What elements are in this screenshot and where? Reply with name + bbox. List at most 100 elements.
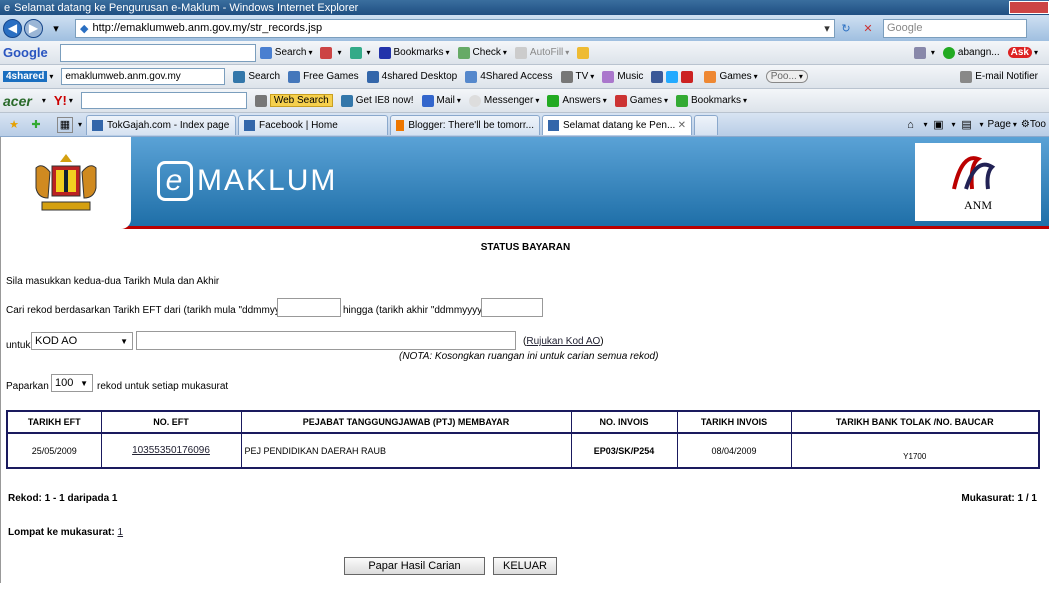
user-button[interactable]: abangn... bbox=[942, 46, 1000, 59]
shared-search-input[interactable]: emaklumweb.anm.gov.my bbox=[61, 68, 226, 85]
forward-icon[interactable]: ▶ bbox=[24, 18, 43, 38]
anm-arc-icon bbox=[952, 156, 996, 190]
col-no-invois: NO. INVOIS bbox=[570, 410, 678, 434]
music-button[interactable]: Music bbox=[602, 70, 643, 83]
jump-page-link[interactable]: 1 bbox=[117, 527, 123, 538]
refresh-icon[interactable]: ↻ bbox=[838, 20, 854, 36]
chevron-down-icon: ▼ bbox=[80, 378, 88, 388]
tab-list-icon[interactable]: ▾ bbox=[78, 120, 82, 129]
music-icon bbox=[602, 70, 615, 83]
home-icon[interactable]: ⌂ bbox=[902, 117, 918, 133]
page-menu-button[interactable]: Page ▾ bbox=[988, 119, 1017, 130]
shared-search-button[interactable]: Search bbox=[233, 70, 280, 83]
wrench-icon[interactable]: ▾ bbox=[913, 46, 935, 59]
emaklum-logo: e MAKLUM bbox=[157, 161, 337, 201]
tab-facebook[interactable]: Facebook | Home bbox=[238, 114, 389, 135]
close-window-button[interactable] bbox=[1009, 1, 1049, 14]
tab-emaklum[interactable]: Selamat datang ke Pen... ✕ bbox=[542, 114, 693, 135]
mail-icon bbox=[421, 94, 434, 107]
messenger-icon bbox=[468, 94, 481, 107]
results-table: TARIKH EFT NO. EFT PEJABAT TANGGUNGJAWAB… bbox=[6, 410, 1040, 469]
search-icon bbox=[259, 46, 272, 59]
cell-no-invois: EP03/SK/P254 bbox=[570, 432, 678, 469]
feeds-icon[interactable]: ▣ bbox=[931, 117, 947, 133]
ie-icon: e bbox=[4, 1, 11, 14]
address-input[interactable]: ◆ http://emaklumweb.anm.gov.my/str_recor… bbox=[75, 18, 835, 38]
stop-icon[interactable]: ✕ bbox=[860, 20, 876, 36]
browser-search-input[interactable]: Google bbox=[883, 18, 1027, 38]
recent-pages-icon[interactable]: ▾ bbox=[48, 20, 64, 36]
address-bar: ◀ ▶ ▾ ◆ http://emaklumweb.anm.gov.my/str… bbox=[0, 15, 1049, 41]
print-icon[interactable]: ▤ bbox=[959, 117, 975, 133]
pagerank-icon[interactable]: ▾ bbox=[320, 46, 342, 59]
cell-tarikh-invois: 08/04/2009 bbox=[676, 432, 792, 469]
highlight-icon[interactable] bbox=[577, 46, 592, 59]
cell-tarikh-bank: Y1700 bbox=[790, 432, 1040, 469]
col-no-eft: NO. EFT bbox=[100, 410, 242, 434]
web-search-button[interactable]: Web Search bbox=[254, 94, 333, 107]
ie8-button[interactable]: Get IE8 now! bbox=[340, 94, 414, 107]
acer-toolbar: acer ▾ Y! ▾ Web Search Get IE8 now! Mail ▾… bbox=[0, 89, 1049, 113]
check-button[interactable]: Check ▾ bbox=[457, 46, 507, 59]
yahoo-search-input[interactable] bbox=[80, 92, 247, 109]
add-favorites-icon[interactable]: ✚ bbox=[28, 117, 44, 133]
games-icon bbox=[288, 70, 301, 83]
cell-tarikh-eft: 25/05/2009 bbox=[6, 432, 102, 469]
new-tab-button[interactable] bbox=[694, 114, 719, 135]
note-text: (NOTA: Kosongkan ruangan ini untuk caria… bbox=[399, 351, 659, 362]
back-icon[interactable]: ◀ bbox=[3, 18, 22, 38]
page-title: STATUS BAYARAN bbox=[480, 242, 571, 253]
col-tarikh-invois: TARIKH INVOIS bbox=[676, 410, 792, 434]
kod-ao-reference-link[interactable]: Rujukan Kod AO bbox=[526, 336, 600, 347]
display-label: Paparkan : bbox=[6, 381, 55, 392]
acer-bookmarks-button[interactable]: Bookmarks ▾ bbox=[675, 94, 747, 107]
answers-button[interactable]: Answers ▾ bbox=[547, 94, 607, 107]
start-date-input[interactable] bbox=[277, 298, 341, 317]
close-tab-icon[interactable]: ✕ bbox=[678, 120, 686, 131]
acer-menu-icon[interactable]: ▾ bbox=[42, 96, 46, 105]
page-icon: ◆ bbox=[80, 22, 89, 35]
tab-blogger[interactable]: Blogger: There'll be tomorr... bbox=[390, 114, 541, 135]
answers-icon bbox=[547, 94, 560, 107]
ask-logo[interactable]: Ask ▾ bbox=[1007, 47, 1038, 58]
google-search-button[interactable]: Search ▾ bbox=[259, 46, 312, 59]
share-icon[interactable]: ▾ bbox=[349, 46, 371, 59]
quick-tabs-icon[interactable]: ▦ bbox=[57, 116, 73, 133]
display-suffix: rekod untuk setiap mukasurat bbox=[97, 381, 229, 392]
table-header-row: TARIKH EFT NO. EFT PEJABAT TANGGUNGJAWAB… bbox=[6, 410, 1040, 434]
exit-button[interactable]: KELUAR bbox=[493, 557, 557, 575]
kod-ao-input[interactable] bbox=[136, 331, 516, 350]
eft-number-link[interactable]: 10355350176096 bbox=[132, 445, 210, 456]
google-search-input[interactable] bbox=[59, 43, 256, 62]
col-ptj: PEJABAT TANGGUNGJAWAB (PTJ) MEMBAYAR bbox=[240, 410, 572, 434]
shared-desktop-button[interactable]: 4shared Desktop bbox=[366, 70, 457, 83]
tab-tokgajah[interactable]: TokGajah.com - Index page bbox=[86, 114, 237, 135]
google-toolbar: Google Search ▾ ▾ ▾ Bookmarks ▾ Check ▾ Aut… bbox=[0, 41, 1049, 65]
free-games-button[interactable]: Free Games bbox=[288, 70, 359, 83]
acer-games-button[interactable]: Games ▾ bbox=[614, 94, 668, 107]
messenger-button[interactable]: Messenger ▾ bbox=[468, 94, 539, 107]
mail-button[interactable]: Mail ▾ bbox=[421, 94, 461, 107]
end-date-input[interactable] bbox=[481, 298, 543, 317]
tools-menu-button[interactable]: ⚙Too bbox=[1021, 119, 1046, 130]
shared-toolbar: 4shared ▾ emaklumweb.anm.gov.my Search Fr… bbox=[0, 65, 1049, 89]
address-dropdown-icon[interactable]: ▾ bbox=[820, 22, 834, 35]
google-logo: Google bbox=[3, 45, 48, 60]
records-per-page-select[interactable]: 100 ▼ bbox=[51, 374, 93, 392]
shared-access-button[interactable]: 4Shared Access bbox=[465, 70, 553, 83]
yahoo-logo[interactable]: Y! ▾ bbox=[54, 93, 73, 108]
email-notifier-button[interactable]: E-mail Notifier bbox=[960, 70, 1038, 83]
social-icons[interactable] bbox=[651, 70, 696, 83]
tv-button[interactable]: TV ▾ bbox=[560, 70, 594, 83]
crest-icon bbox=[35, 154, 97, 211]
shared-games-button[interactable]: Games ▾ bbox=[704, 70, 758, 83]
show-results-button[interactable]: Papar Hasil Carian bbox=[344, 557, 485, 575]
bookmark-icon bbox=[675, 94, 688, 107]
media-player[interactable]: Poo... ▾ bbox=[765, 70, 808, 83]
favorites-star-icon[interactable]: ★ bbox=[6, 117, 22, 133]
autofill-button[interactable]: AutoFill ▾ bbox=[514, 46, 569, 59]
kod-ao-select[interactable]: KOD AO ▼ bbox=[31, 332, 133, 350]
bookmarks-button[interactable]: Bookmarks ▾ bbox=[378, 46, 450, 59]
anm-logo: ANM bbox=[915, 143, 1041, 221]
tv-icon bbox=[560, 70, 573, 83]
